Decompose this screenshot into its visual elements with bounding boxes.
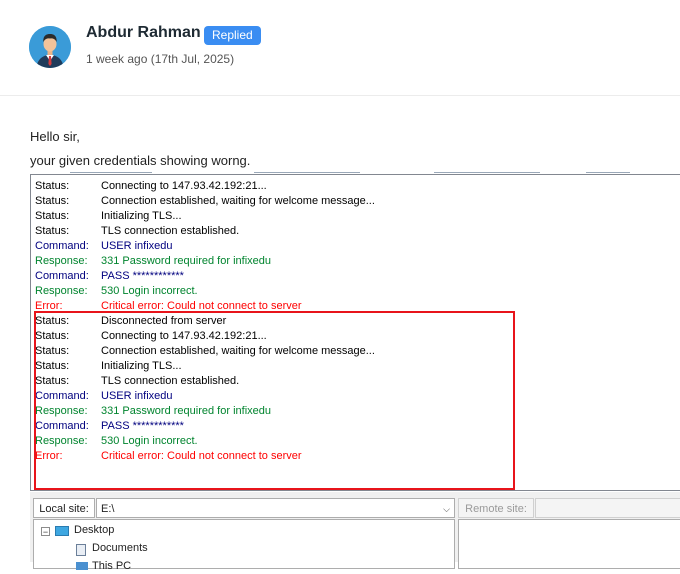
author-name[interactable]: Abdur Rahman bbox=[86, 24, 201, 42]
remote-site-label: Remote site: bbox=[458, 498, 534, 518]
log-label: Status: bbox=[35, 210, 70, 222]
log-label: Status: bbox=[35, 225, 70, 237]
tree-item-documents[interactable]: Documents bbox=[92, 540, 148, 556]
log-label: Response: bbox=[35, 285, 88, 297]
divider bbox=[70, 172, 152, 173]
divider bbox=[254, 172, 360, 173]
remote-site-path-input[interactable] bbox=[535, 498, 680, 518]
user-avatar-icon bbox=[29, 26, 71, 68]
log-text: 530 Login incorrect. bbox=[101, 285, 198, 297]
message-greeting: Hello sir, bbox=[30, 129, 80, 144]
log-label: Status: bbox=[35, 180, 70, 192]
log-text: TLS connection established. bbox=[101, 225, 240, 237]
document-icon bbox=[76, 544, 86, 556]
post-date: 1 week ago (17th Jul, 2025) bbox=[86, 52, 235, 66]
local-site-path-input[interactable]: E:\ ⌵ bbox=[96, 498, 455, 518]
site-panels: Local site: E:\ ⌵ − Desktop Documents Th… bbox=[30, 492, 680, 572]
status-badge: Replied bbox=[204, 26, 261, 45]
divider bbox=[434, 172, 540, 173]
chevron-down-icon[interactable]: ⌵ bbox=[443, 499, 450, 519]
message-text: your given credentials showing worng. bbox=[30, 153, 251, 168]
log-label: Status: bbox=[35, 195, 70, 207]
desktop-icon bbox=[55, 526, 69, 536]
local-site-pane: Local site: E:\ ⌵ − Desktop Documents Th… bbox=[33, 494, 455, 572]
log-text: 331 Password required for infixedu bbox=[101, 255, 271, 267]
message-log[interactable]: Status: Connecting to 147.93.42.192:21...… bbox=[30, 174, 680, 491]
log-text: Connection established, waiting for welc… bbox=[101, 195, 375, 207]
log-text: Initializing TLS... bbox=[101, 210, 182, 222]
log-label: Response: bbox=[35, 255, 88, 267]
log-text: Connecting to 147.93.42.192:21... bbox=[101, 180, 267, 192]
tree-item-desktop[interactable]: Desktop bbox=[74, 522, 114, 538]
collapse-icon[interactable]: − bbox=[41, 527, 50, 537]
log-text: USER infixedu bbox=[101, 240, 173, 252]
tree-item-this-pc[interactable]: This PC bbox=[92, 558, 131, 574]
divider bbox=[586, 172, 630, 173]
local-site-label: Local site: bbox=[33, 498, 95, 518]
avatar bbox=[29, 26, 71, 68]
log-label: Command: bbox=[35, 270, 89, 282]
divider bbox=[0, 95, 680, 96]
log-text: PASS ************ bbox=[101, 270, 184, 282]
highlight-box bbox=[34, 311, 515, 490]
log-label: Command: bbox=[35, 240, 89, 252]
local-site-path: E:\ bbox=[101, 503, 115, 515]
computer-icon bbox=[76, 562, 88, 570]
attached-screenshot: Status: Connecting to 147.93.42.192:21...… bbox=[30, 174, 680, 572]
remote-site-pane: Remote site: bbox=[458, 494, 680, 569]
